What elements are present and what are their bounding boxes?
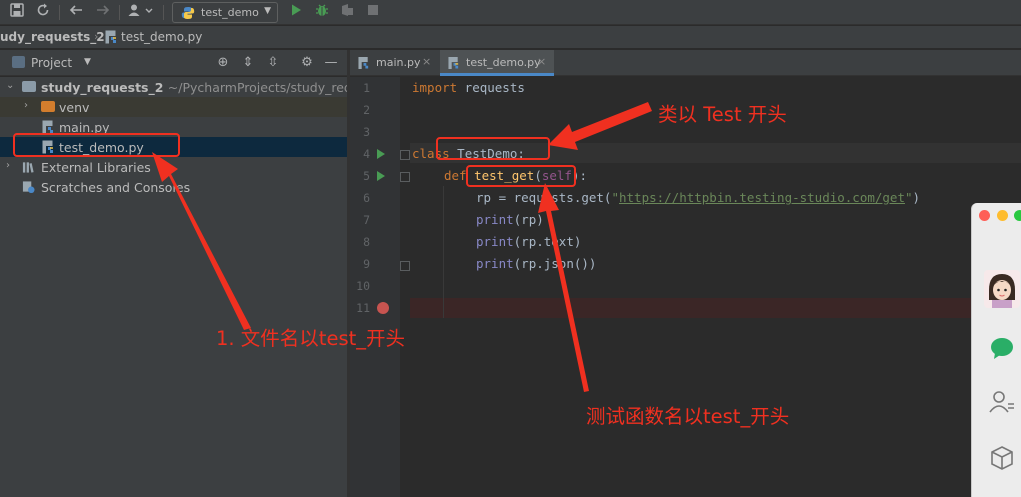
annotation-file-note: 1. 文件名以test_开头 [216, 327, 406, 350]
annotation-function-note: 测试函数名以test_开头 [586, 405, 790, 428]
annotation-arrows [152, 102, 652, 392]
annotation-class-note: 类以 Test 开头 [658, 103, 787, 126]
